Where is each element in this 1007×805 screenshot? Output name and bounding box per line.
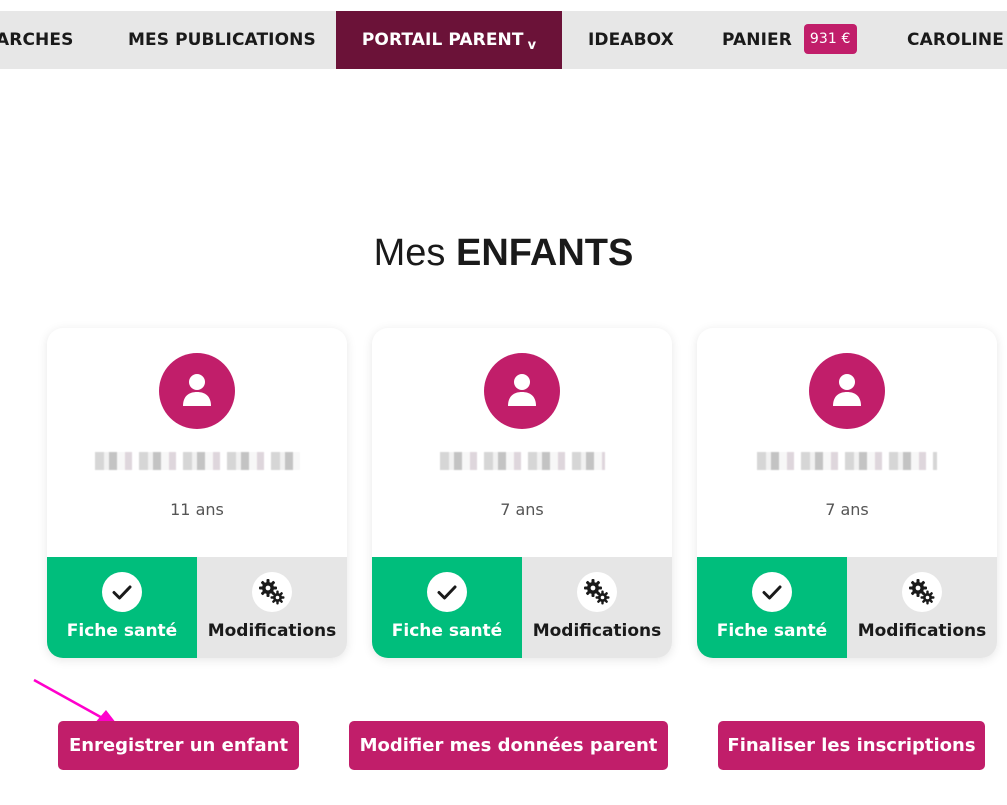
nav-item-demarches[interactable]: ARCHES <box>0 11 73 69</box>
child-card: 7 ans Fiche santé Modifications <box>697 328 997 658</box>
health-form-label: Fiche santé <box>716 621 828 641</box>
page-title: Mes ENFANTS <box>0 232 1007 275</box>
nav-item-label: CAROLINE <box>907 30 1004 50</box>
health-form-button[interactable]: Fiche santé <box>697 557 847 658</box>
child-card: 11 ans Fiche santé Modifications <box>47 328 347 658</box>
health-form-label: Fiche santé <box>391 621 503 641</box>
modifications-label: Modifications <box>207 621 337 641</box>
nav-item-panier[interactable]: PANIER 931 € <box>722 11 857 69</box>
user-icon <box>833 374 861 406</box>
child-age: 7 ans <box>500 500 544 519</box>
child-age: 7 ans <box>825 500 869 519</box>
chevron-down-icon: v <box>527 38 537 53</box>
avatar <box>484 353 560 429</box>
child-name-redacted <box>697 450 997 472</box>
nav-item-label: IDEABOX <box>588 30 674 50</box>
modifications-label: Modifications <box>857 621 987 641</box>
child-age: 11 ans <box>170 500 224 519</box>
health-form-button[interactable]: Fiche santé <box>372 557 522 658</box>
nav-item-user[interactable]: CAROLINE <box>907 11 1004 69</box>
modifications-button[interactable]: Modifications <box>197 557 347 658</box>
child-name-redacted <box>47 450 347 472</box>
nav-item-portail-parent[interactable]: PORTAIL PARENT v <box>336 11 562 69</box>
top-nav: ARCHES MES PUBLICATIONS PORTAIL PARENT v … <box>0 11 1007 69</box>
user-icon <box>508 374 536 406</box>
check-icon <box>752 572 792 612</box>
gears-icon <box>577 572 617 612</box>
nav-item-label: ARCHES <box>0 30 74 50</box>
modifications-button[interactable]: Modifications <box>522 557 672 658</box>
register-child-button[interactable]: Enregistrer un enfant <box>58 721 299 770</box>
edit-parent-data-button[interactable]: Modifier mes données parent <box>349 721 668 770</box>
child-card: 7 ans Fiche santé Modifications <box>372 328 672 658</box>
modifications-button[interactable]: Modifications <box>847 557 997 658</box>
child-name-redacted <box>372 450 672 472</box>
health-form-label: Fiche santé <box>66 621 178 641</box>
gears-icon <box>902 572 942 612</box>
check-icon <box>427 572 467 612</box>
cart-total-badge: 931 € <box>803 24 857 54</box>
avatar <box>809 353 885 429</box>
health-form-button[interactable]: Fiche santé <box>47 557 197 658</box>
modifications-label: Modifications <box>532 621 662 641</box>
check-icon <box>102 572 142 612</box>
page-title-prefix: Mes <box>373 232 446 274</box>
nav-item-mes-publications[interactable]: MES PUBLICATIONS <box>128 11 316 69</box>
user-icon <box>183 374 211 406</box>
finalize-registrations-button[interactable]: Finaliser les inscriptions <box>718 721 985 770</box>
avatar <box>159 353 235 429</box>
nav-item-label: PANIER <box>722 30 792 50</box>
page-title-strong: ENFANTS <box>456 232 634 274</box>
gears-icon <box>252 572 292 612</box>
nav-item-label: MES PUBLICATIONS <box>128 30 316 50</box>
nav-item-label: PORTAIL PARENT <box>361 30 524 50</box>
nav-item-ideabox[interactable]: IDEABOX <box>588 11 674 69</box>
